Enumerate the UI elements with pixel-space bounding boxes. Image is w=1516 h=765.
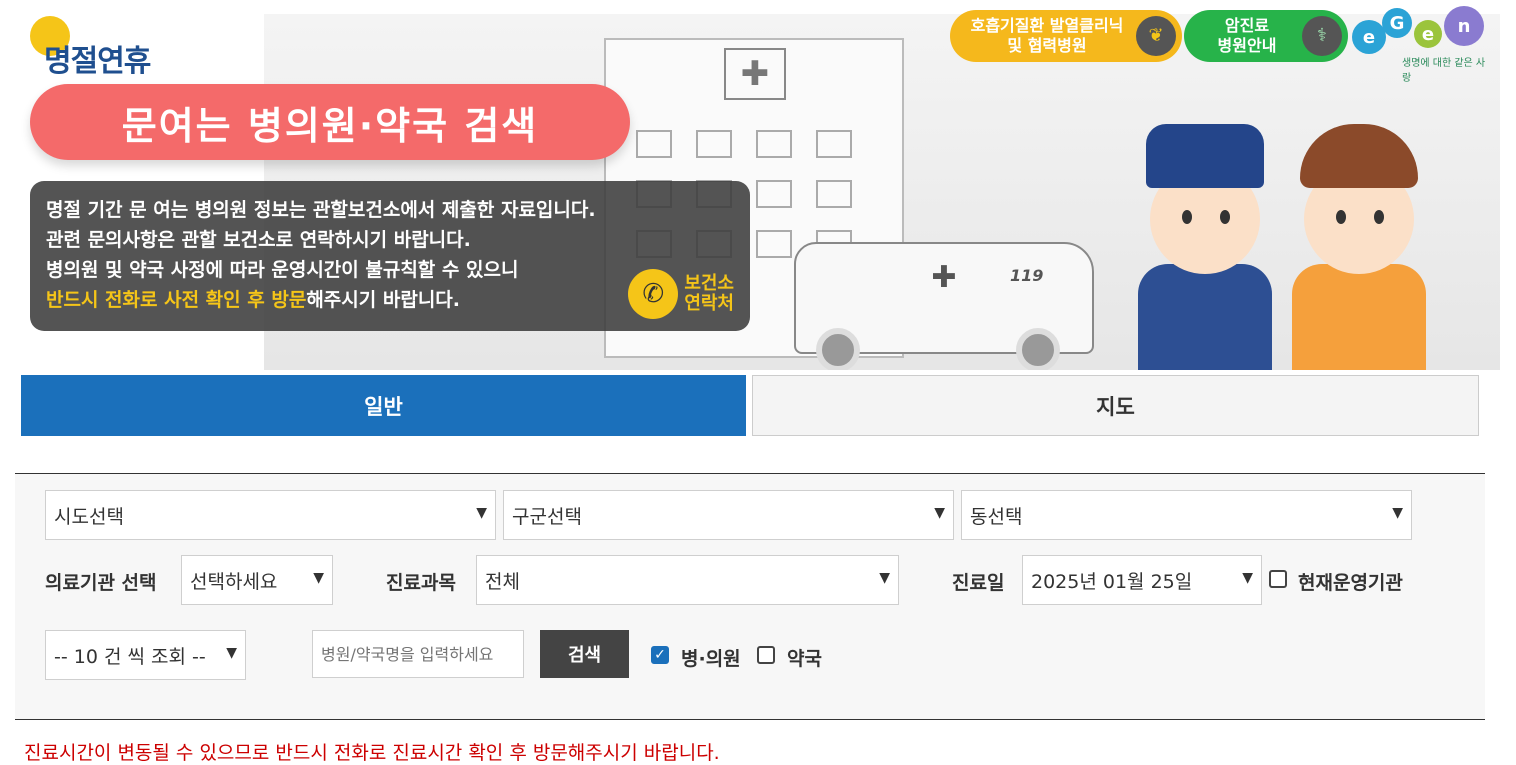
- contact-label-line: 연락처: [684, 293, 734, 314]
- tab-general[interactable]: 일반: [21, 375, 746, 436]
- ambulance-illustration: ✚ 119: [794, 242, 1094, 370]
- search-panel: 시도선택 ▼ 구군선택 ▼ 동선택 ▼ 의료기관 선택 선택하세요 ▼ 진료과목 전체 ▼…: [15, 473, 1485, 720]
- sido-value: 시도선택: [54, 505, 124, 528]
- egen-logo-link[interactable]: e G e n 생명에 대한 같은 사랑: [1352, 6, 1492, 84]
- view-tabs: 일반 지도: [21, 375, 1479, 436]
- page-title: 문여는 병의원·약국 검색: [30, 84, 630, 160]
- chevron-down-icon: ▼: [934, 505, 945, 521]
- dong-select[interactable]: 동선택 ▼: [961, 490, 1412, 540]
- health-center-contact-link[interactable]: ✆ 보건소 연락처: [628, 269, 734, 319]
- date-label: 진료일: [952, 572, 1005, 594]
- hospital-label: 병·의원: [681, 648, 741, 670]
- notice-highlight: 반드시 전화로 사전 확인 후 방문: [46, 289, 307, 311]
- boy-character: [1130, 124, 1280, 370]
- name-search-input[interactable]: [312, 630, 524, 678]
- lungs-icon: ❦: [1136, 16, 1176, 56]
- notice-line: 관련 문의사항은 관할 보건소로 연락하시기 바랍니다.: [46, 229, 471, 251]
- holiday-logo: 명절연휴: [30, 16, 190, 79]
- institution-value: 선택하세요: [190, 570, 278, 593]
- date-select[interactable]: 2025년 01월 25일 ▼: [1022, 555, 1262, 605]
- gugun-select[interactable]: 구군선택 ▼: [503, 490, 954, 540]
- phone-icon: ✆: [628, 269, 679, 319]
- notice-box: 명절 기간 문 여는 병의원 정보는 관할보건소에서 제출한 자료입니다. 관련…: [30, 181, 750, 331]
- egen-tagline: 생명에 대한 같은 사랑: [1402, 58, 1486, 84]
- open-now-checkbox[interactable]: [1269, 570, 1287, 588]
- institution-label: 의료기관 선택: [45, 572, 157, 594]
- tab-map[interactable]: 지도: [752, 375, 1479, 436]
- cancer-care-button[interactable]: 암진료 병원안내 ⚕: [1184, 10, 1348, 62]
- chevron-down-icon: ▼: [313, 570, 324, 586]
- page-size-value: -- 10 건 씩 조회 --: [54, 645, 206, 668]
- chevron-down-icon: ▼: [476, 505, 487, 521]
- stethoscope-icon: ⚕: [1302, 16, 1342, 56]
- ambulance-119-label: 119: [1010, 266, 1044, 285]
- contact-label: 보건소 연락처: [684, 274, 734, 314]
- dong-value: 동선택: [970, 505, 1023, 528]
- institution-select[interactable]: 선택하세요 ▼: [181, 555, 333, 605]
- pharmacy-checkbox[interactable]: [757, 646, 775, 664]
- fever-clinic-button[interactable]: 호흡기질환 발열클리닉 및 협력병원 ❦: [950, 10, 1182, 62]
- logo-text: 명절연휴: [44, 44, 151, 79]
- date-value: 2025년 01월 25일: [1031, 570, 1193, 593]
- cancer-care-label: 암진료: [1224, 16, 1270, 35]
- chevron-down-icon: ▼: [1392, 505, 1403, 521]
- contact-label-line: 보건소: [684, 273, 734, 294]
- chevron-down-icon: ▼: [226, 645, 237, 661]
- chevron-down-icon: ▼: [879, 570, 890, 586]
- fever-clinic-label: 호흡기질환 발열클리닉: [970, 16, 1124, 35]
- pharmacy-label: 약국: [787, 648, 822, 670]
- gugun-value: 구군선택: [512, 505, 582, 528]
- cancer-care-label: 병원안내: [1217, 36, 1277, 55]
- notice-tail: 해주시기 바랍니다.: [306, 289, 461, 311]
- fever-clinic-label: 및 협력병원: [1007, 36, 1087, 55]
- girl-character: [1284, 124, 1434, 370]
- department-label: 진료과목: [386, 572, 456, 594]
- ambulance-cross-icon: ✚: [931, 260, 957, 295]
- hospital-cross-icon: ✚: [724, 48, 786, 100]
- notice-line: 명절 기간 문 여는 병의원 정보는 관할보건소에서 제출한 자료입니다.: [46, 199, 596, 221]
- department-value: 전체: [485, 570, 520, 593]
- search-button[interactable]: 검색: [540, 630, 629, 678]
- chevron-down-icon: ▼: [1242, 570, 1253, 586]
- hospital-checkbox[interactable]: ✓: [651, 646, 669, 664]
- sido-select[interactable]: 시도선택 ▼: [45, 490, 496, 540]
- department-select[interactable]: 전체 ▼: [476, 555, 899, 605]
- banner: ✚ ✚ 119 명절연휴 문여는 병의원·약국 검색 명절 기간 문 여는 병의…: [0, 0, 1500, 370]
- open-now-label: 현재운영기관: [1298, 572, 1403, 594]
- page-size-select[interactable]: -- 10 건 씩 조회 -- ▼: [45, 630, 246, 680]
